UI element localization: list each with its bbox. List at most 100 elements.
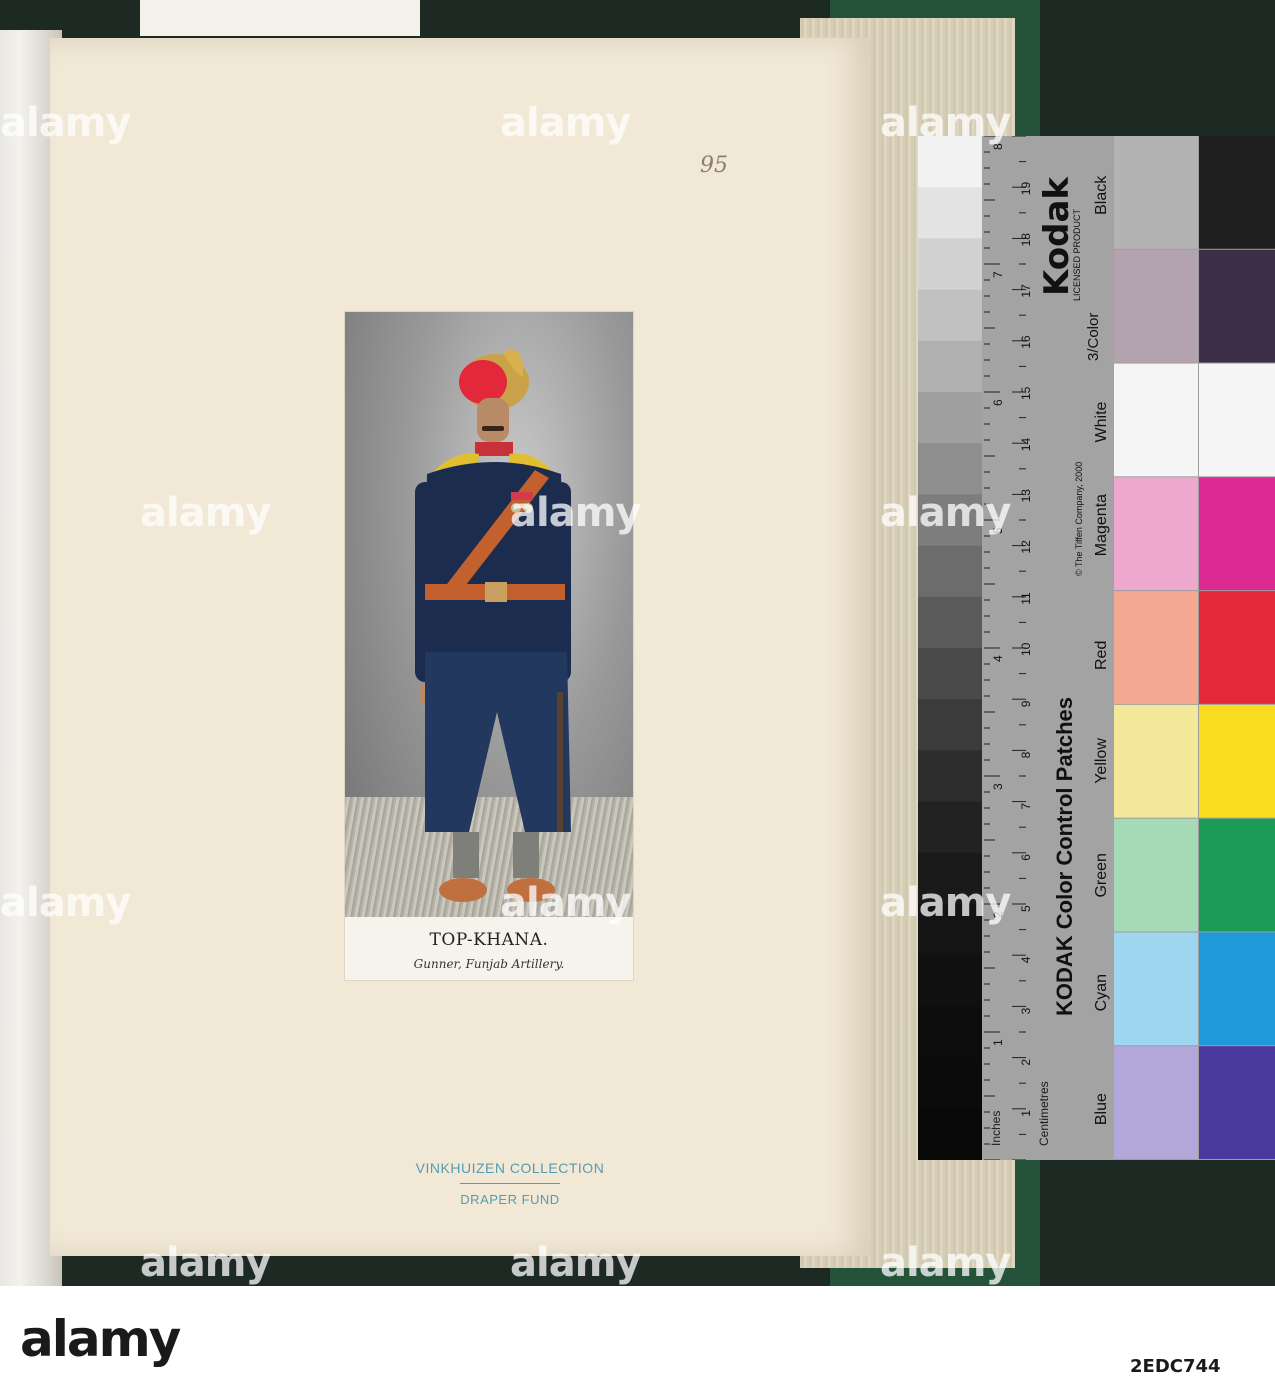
gray-step [918, 443, 982, 495]
brand-logo: Kodak [1037, 176, 1077, 296]
cm-label: 2 [1019, 1059, 1033, 1066]
patch-label: Cyan [1093, 974, 1110, 1011]
copyright: © The Tiffen Company, 2000 [1074, 462, 1084, 576]
gray-step [918, 392, 982, 444]
product-3color: 3/Color [1085, 313, 1102, 361]
gray-step [918, 187, 982, 239]
cm-label: 19 [1019, 182, 1033, 196]
color-patch-dark [1199, 704, 1275, 818]
cm-label: 16 [1019, 335, 1033, 349]
color-patch-light [1114, 932, 1198, 1046]
stamp-rule [460, 1183, 560, 1184]
licensed-product: LICENSED PRODUCT [1072, 208, 1082, 301]
color-patch-dark [1199, 363, 1275, 477]
cm-label: 5 [1019, 905, 1033, 912]
image-id: 2EDC744 [1130, 1356, 1221, 1377]
gray-step [918, 648, 982, 700]
patch-label: White [1093, 401, 1110, 442]
gray-step [918, 1108, 982, 1160]
caption-subtitle: Gunner, Funjab Artillery. [413, 957, 565, 971]
cm-label: 18 [1019, 233, 1033, 247]
color-patch-dark [1199, 136, 1275, 249]
watermark-text: alamy [510, 1240, 641, 1286]
cm-label: 7 [1019, 803, 1033, 810]
cm-label: 11 [1019, 592, 1033, 605]
patch-label: Red [1093, 641, 1110, 670]
color-patch-light [1114, 136, 1198, 249]
cm-label: 15 [1019, 386, 1033, 400]
kodak-color-target: 12345678 12345678910111213141516171819 I… [918, 136, 1275, 1160]
cm-label: 14 [1019, 438, 1033, 452]
gray-step [918, 750, 982, 803]
cm-label: 17 [1019, 284, 1033, 298]
color-patch-dark [1199, 1046, 1275, 1159]
color-patch-dark [1199, 477, 1275, 591]
watermark-text: alamy [140, 490, 271, 536]
gray-step [918, 1006, 982, 1059]
cm-label: 1 [1019, 1110, 1033, 1117]
color-patch-light [1114, 477, 1198, 591]
gray-step [918, 955, 982, 1007]
stock-logo: alamy [20, 1310, 181, 1368]
cm-label: 13 [1019, 489, 1033, 503]
gray-step [918, 699, 982, 751]
gray-scale-strip [918, 136, 982, 1160]
color-patch-dark [1199, 591, 1275, 704]
inch-label: 3 [991, 783, 1005, 790]
watermark-text: alamy [880, 490, 1011, 536]
color-patch-light [1114, 591, 1198, 704]
gray-step [918, 545, 982, 598]
units-centimetres: Centimetres [1037, 1081, 1051, 1146]
color-patch-light [1114, 249, 1198, 363]
gray-step [918, 340, 982, 393]
soldier-figure [415, 349, 571, 902]
color-patch-dark [1199, 249, 1275, 363]
cm-label: 12 [1019, 540, 1033, 554]
color-patch-light [1114, 818, 1198, 932]
page-number: 95 [700, 153, 728, 178]
inch-label: 6 [991, 399, 1005, 406]
color-patch-light [1114, 1046, 1198, 1159]
paper-tab [140, 0, 420, 36]
gray-step [918, 1057, 982, 1110]
watermark-text: alamy [880, 880, 1011, 926]
cm-label: 6 [1019, 854, 1033, 861]
target-title: KODAK Color Control Patches [1052, 697, 1077, 1016]
watermark-text: alamy [500, 100, 631, 146]
photo-scene: 95 TOP-KHANA. Gunner, Funjab Artillery. … [0, 0, 1275, 1286]
patch-label: Green [1093, 853, 1110, 897]
watermark-text: alamy [500, 880, 631, 926]
gray-step [918, 238, 982, 291]
stamp-collection: VINKHUIZEN COLLECTION [415, 1160, 605, 1176]
cm-label: 9 [1019, 700, 1033, 707]
inch-label: 1 [991, 1039, 1005, 1046]
units-inches: Inches [989, 1111, 1003, 1146]
caption-title: TOP-KHANA. [429, 930, 549, 950]
soldier-photograph [345, 312, 633, 917]
collection-stamp: VINKHUIZEN COLLECTION DRAPER FUND [395, 1160, 625, 1207]
gray-step [918, 801, 982, 854]
stamp-fund: DRAPER FUND [460, 1192, 560, 1207]
watermark-text: alamy [880, 100, 1011, 146]
color-patches [1114, 136, 1275, 1159]
patch-label: Magenta [1093, 494, 1110, 556]
cm-label: 8 [1019, 751, 1033, 758]
watermark-text: alamy [0, 100, 131, 146]
cm-label: 3 [1019, 1007, 1033, 1014]
watermark-text: alamy [880, 1240, 1011, 1286]
inch-label: 4 [991, 655, 1005, 662]
color-patch-light [1114, 363, 1198, 477]
color-patch-dark [1199, 932, 1275, 1046]
watermark-text: alamy [140, 1240, 271, 1286]
patch-label: Black [1093, 175, 1110, 215]
color-patch-light [1114, 704, 1198, 818]
patch-label: Yellow [1093, 738, 1110, 784]
cm-label: 10 [1019, 642, 1033, 656]
stock-footer [0, 1286, 1275, 1390]
gray-step [918, 596, 982, 649]
watermark-text: alamy [0, 880, 131, 926]
gray-step [918, 289, 982, 342]
inch-label: 7 [991, 271, 1005, 278]
watermark-text: alamy [510, 490, 641, 536]
color-patch-dark [1199, 818, 1275, 932]
